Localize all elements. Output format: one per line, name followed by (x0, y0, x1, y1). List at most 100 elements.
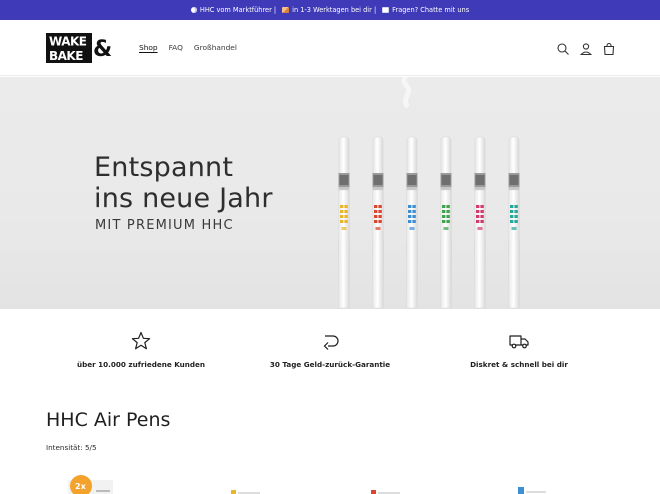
feature-text: 30 Tage Geld-zurück-Garantie (269, 360, 391, 369)
pen-label-mark (408, 215, 412, 218)
star-icon (131, 331, 151, 350)
announcement-text: in 1-3 Werktagen bei dir | (292, 6, 377, 14)
hero-title-line: ins neue Jahr (94, 183, 273, 214)
hero-pens-image (338, 77, 520, 309)
feature-text: Diskret & schnell bei dir (470, 360, 568, 369)
pen-label-mark (412, 210, 416, 213)
pen-label-mark (446, 215, 450, 218)
pen-label-mark (510, 210, 514, 213)
pen-label-mark (442, 215, 446, 218)
pen-label-mark (408, 220, 412, 223)
product-card[interactable] (335, 470, 475, 494)
pen-label-mark (378, 205, 382, 208)
pen-label-mark (476, 210, 480, 213)
vape-pen (440, 136, 452, 309)
nav-wholesale[interactable]: Großhandel (194, 43, 237, 52)
pen-label-mark (514, 220, 518, 223)
pen-label-mark (374, 215, 378, 218)
pen-label-mark (408, 210, 412, 213)
pen-label-mark (374, 205, 378, 208)
pen-label-mark (480, 220, 484, 223)
announcement-text: HHC vom Marktführer | (199, 6, 277, 14)
pen-label-mark (510, 220, 514, 223)
feature-shipping: Diskret & schnell bei dir (419, 330, 619, 369)
pen-label-mark (446, 205, 450, 208)
vape-pen (338, 136, 350, 309)
pen-label-mark (374, 220, 378, 223)
pen-label-mark (408, 205, 412, 208)
pen-label-mark (476, 220, 480, 223)
product-image: 2x (68, 475, 113, 494)
hero-subtitle: MIT PREMIUM HHC (95, 218, 234, 233)
pen-label-mark (514, 210, 518, 213)
pen-label-mark (412, 205, 416, 208)
main-nav: Shop FAQ Großhandel (139, 43, 237, 52)
account-icon[interactable] (579, 41, 593, 56)
product-card[interactable] (195, 470, 335, 494)
vape-pen (406, 136, 418, 309)
pen-label-mark (514, 215, 518, 218)
pen-label-mark (374, 210, 378, 213)
search-icon[interactable] (556, 41, 570, 55)
feature-customers: über 10.000 zufriedene Kunden (41, 330, 241, 369)
pen-label-mark (510, 215, 514, 218)
pen-label-mark (340, 210, 344, 213)
feature-text: über 10.000 zufriedene Kunden (76, 360, 206, 369)
announcement-item[interactable]: Fragen? Chatte mit uns (382, 6, 469, 14)
pen-label-mark (412, 215, 416, 218)
hero-banner[interactable]: Entspannt ins neue Jahr MIT PREMIUM HHC (0, 77, 660, 309)
feature-guarantee: 30 Tage Geld-zurück-Garantie (230, 330, 430, 369)
svg-text:BAKE: BAKE (49, 49, 83, 63)
pen-label-mark (340, 215, 344, 218)
product-badge: 2x (75, 482, 87, 491)
nav-shop[interactable]: Shop (139, 43, 158, 52)
chat-icon (382, 7, 390, 13)
product-image (371, 490, 400, 494)
pen-label-mark (344, 220, 348, 223)
svg-text:WAKE: WAKE (49, 35, 87, 49)
pen-label-mark (344, 205, 348, 208)
pen-label-mark (412, 220, 416, 223)
pen-label-mark (340, 205, 344, 208)
pen-label-mark (510, 205, 514, 208)
announcement-item: in 1-3 Werktagen bei dir | (282, 6, 376, 14)
package-icon (282, 7, 290, 13)
product-image (231, 490, 260, 494)
vape-pen (474, 136, 486, 309)
product-card[interactable]: 2x (46, 470, 186, 494)
pen-label-mark (476, 205, 480, 208)
pen-label-mark (442, 205, 446, 208)
return-arrow-icon (323, 335, 339, 350)
hero-title: Entspannt ins neue Jahr (94, 152, 273, 214)
svg-text:&: & (93, 37, 112, 62)
announcement-text[interactable]: Fragen? Chatte mit uns (392, 6, 469, 14)
announcement-bar: HHC vom Marktführer | in 1-3 Werktagen b… (0, 0, 660, 20)
site-header: WAKE BAKE & Shop FAQ Großhandel (0, 20, 660, 76)
announcement-item: HHC vom Marktführer | (190, 6, 277, 14)
product-grid: 2x (0, 470, 660, 494)
pen-label-mark (442, 210, 446, 213)
vape-pen (508, 136, 520, 309)
pen-label-mark (442, 220, 446, 223)
header-icons (556, 41, 616, 56)
cart-icon[interactable] (602, 41, 616, 56)
product-card[interactable] (480, 470, 620, 494)
hero-title-line: Entspannt (94, 152, 234, 183)
collection-title: HHC Air Pens (46, 409, 171, 431)
product-image (518, 487, 546, 494)
pen-label-mark (480, 215, 484, 218)
pen-label-mark (378, 220, 382, 223)
pen-label-mark (344, 210, 348, 213)
vape-pen (372, 136, 384, 309)
nav-faq[interactable]: FAQ (169, 43, 183, 52)
pen-label-mark (476, 215, 480, 218)
truck-icon (509, 335, 529, 349)
pen-label-mark (446, 210, 450, 213)
pen-label-mark (378, 210, 382, 213)
pen-label-mark (344, 215, 348, 218)
pen-label-mark (480, 210, 484, 213)
pen-label-mark (378, 215, 382, 218)
logo[interactable]: WAKE BAKE & (46, 33, 120, 63)
pen-label-mark (446, 220, 450, 223)
pen-label-mark (514, 205, 518, 208)
